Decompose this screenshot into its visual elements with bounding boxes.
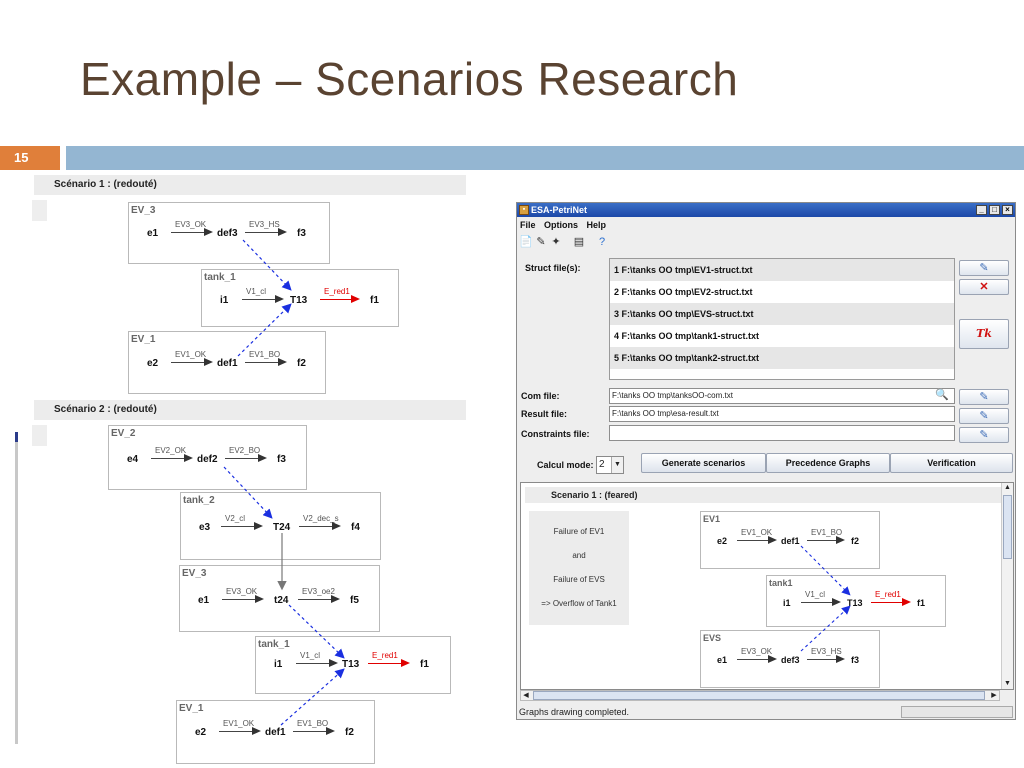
connector-line [280,668,345,726]
close-button[interactable]: × [1002,205,1013,215]
chevron-down-icon[interactable]: ▼ [611,457,623,473]
scroll-down-icon[interactable]: ▼ [1002,679,1013,689]
scenario-graph-pane[interactable]: Scenario 1 : (feared) Failure of EV1 and… [520,482,1014,690]
constraints-file-label: Constraints file: [521,429,590,439]
esa-petrinet-window: ▪ ESA-PetriNet _ □ × File Options Help 📄… [516,202,1016,720]
scroll-right-icon[interactable]: ▶ [989,691,999,700]
calcul-mode-select[interactable]: 2 ▼ [596,456,624,474]
struct-files-label: Struct file(s): [525,263,581,273]
maximize-button[interactable]: □ [989,205,1000,215]
pane-connector-arrows [800,545,851,652]
status-progress [901,706,1013,718]
settings-icon[interactable]: ✦ [549,235,563,250]
connector-line [223,466,273,519]
menu-bar: File Options Help [517,218,1015,232]
open-file-icon[interactable]: ✎ [534,235,548,250]
result-file-label: Result file: [521,409,568,419]
connector-line [800,545,851,596]
connector-line [800,605,851,652]
status-text: Graphs drawing completed. [519,707,630,717]
precedence-graphs-button[interactable]: Precedence Graphs [766,453,890,473]
calcul-mode-value: 2 [599,459,605,470]
list-item[interactable]: 3 F:\tanks OO tmp\EVS-struct.txt [610,303,954,325]
com-file-field[interactable]: F:\tanks OO tmp\tanksOO-com.txt [609,388,955,404]
verification-button[interactable]: Verification [890,453,1013,473]
constraints-file-field[interactable] [609,425,955,441]
list-item[interactable]: 1 F:\tanks OO tmp\EV1-struct.txt [610,259,954,281]
generate-scenarios-button[interactable]: Generate scenarios [641,453,766,473]
new-file-icon[interactable]: 📄 [519,235,533,250]
horizontal-scrollbar[interactable]: ◀ ▶ [520,690,1000,701]
add-struct-button[interactable]: ✎ [959,260,1009,276]
tk-button[interactable]: Tk [959,319,1009,349]
menu-options[interactable]: Options [541,218,581,232]
result-file-field[interactable]: F:\tanks OO tmp\esa-result.txt [609,406,955,422]
search-icon[interactable]: 🔍 [935,388,949,401]
vertical-scrollbar[interactable]: ▲ ▼ [1001,483,1013,689]
calcul-mode-label: Calcul mode: [537,460,594,470]
menu-help[interactable]: Help [584,218,610,232]
help-icon[interactable]: ? [595,235,609,250]
list-item[interactable]: 2 F:\tanks OO tmp\EV2-struct.txt [610,281,954,303]
browse-com-button[interactable]: ✎ [959,389,1009,405]
list-item[interactable]: 5 F:\tanks OO tmp\tank2-struct.txt [610,347,954,369]
connector-line [288,604,345,659]
com-file-label: Com file: [521,391,560,401]
save-icon[interactable]: ▤ [572,235,586,250]
list-item[interactable]: 4 F:\tanks OO tmp\tank1-struct.txt [610,325,954,347]
minimize-button[interactable]: _ [976,205,987,215]
scroll-thumb[interactable] [1003,495,1012,559]
browse-result-button[interactable]: ✎ [959,408,1009,424]
connector-line [242,239,292,291]
remove-struct-button[interactable]: ✕ [959,279,1009,295]
connector-line [237,303,292,357]
browse-constraints-button[interactable]: ✎ [959,427,1009,443]
scroll-up-icon[interactable]: ▲ [1002,483,1013,493]
struct-files-list[interactable]: 1 F:\tanks OO tmp\EV1-struct.txt 2 F:\ta… [609,258,955,380]
window-title: ESA-PetriNet [531,205,588,215]
scroll-left-icon[interactable]: ◀ [521,691,531,700]
window-titlebar[interactable]: ▪ ESA-PetriNet _ □ × [517,203,1015,217]
app-icon: ▪ [519,205,529,215]
menu-file[interactable]: File [517,218,539,232]
scroll-thumb[interactable] [533,691,985,700]
